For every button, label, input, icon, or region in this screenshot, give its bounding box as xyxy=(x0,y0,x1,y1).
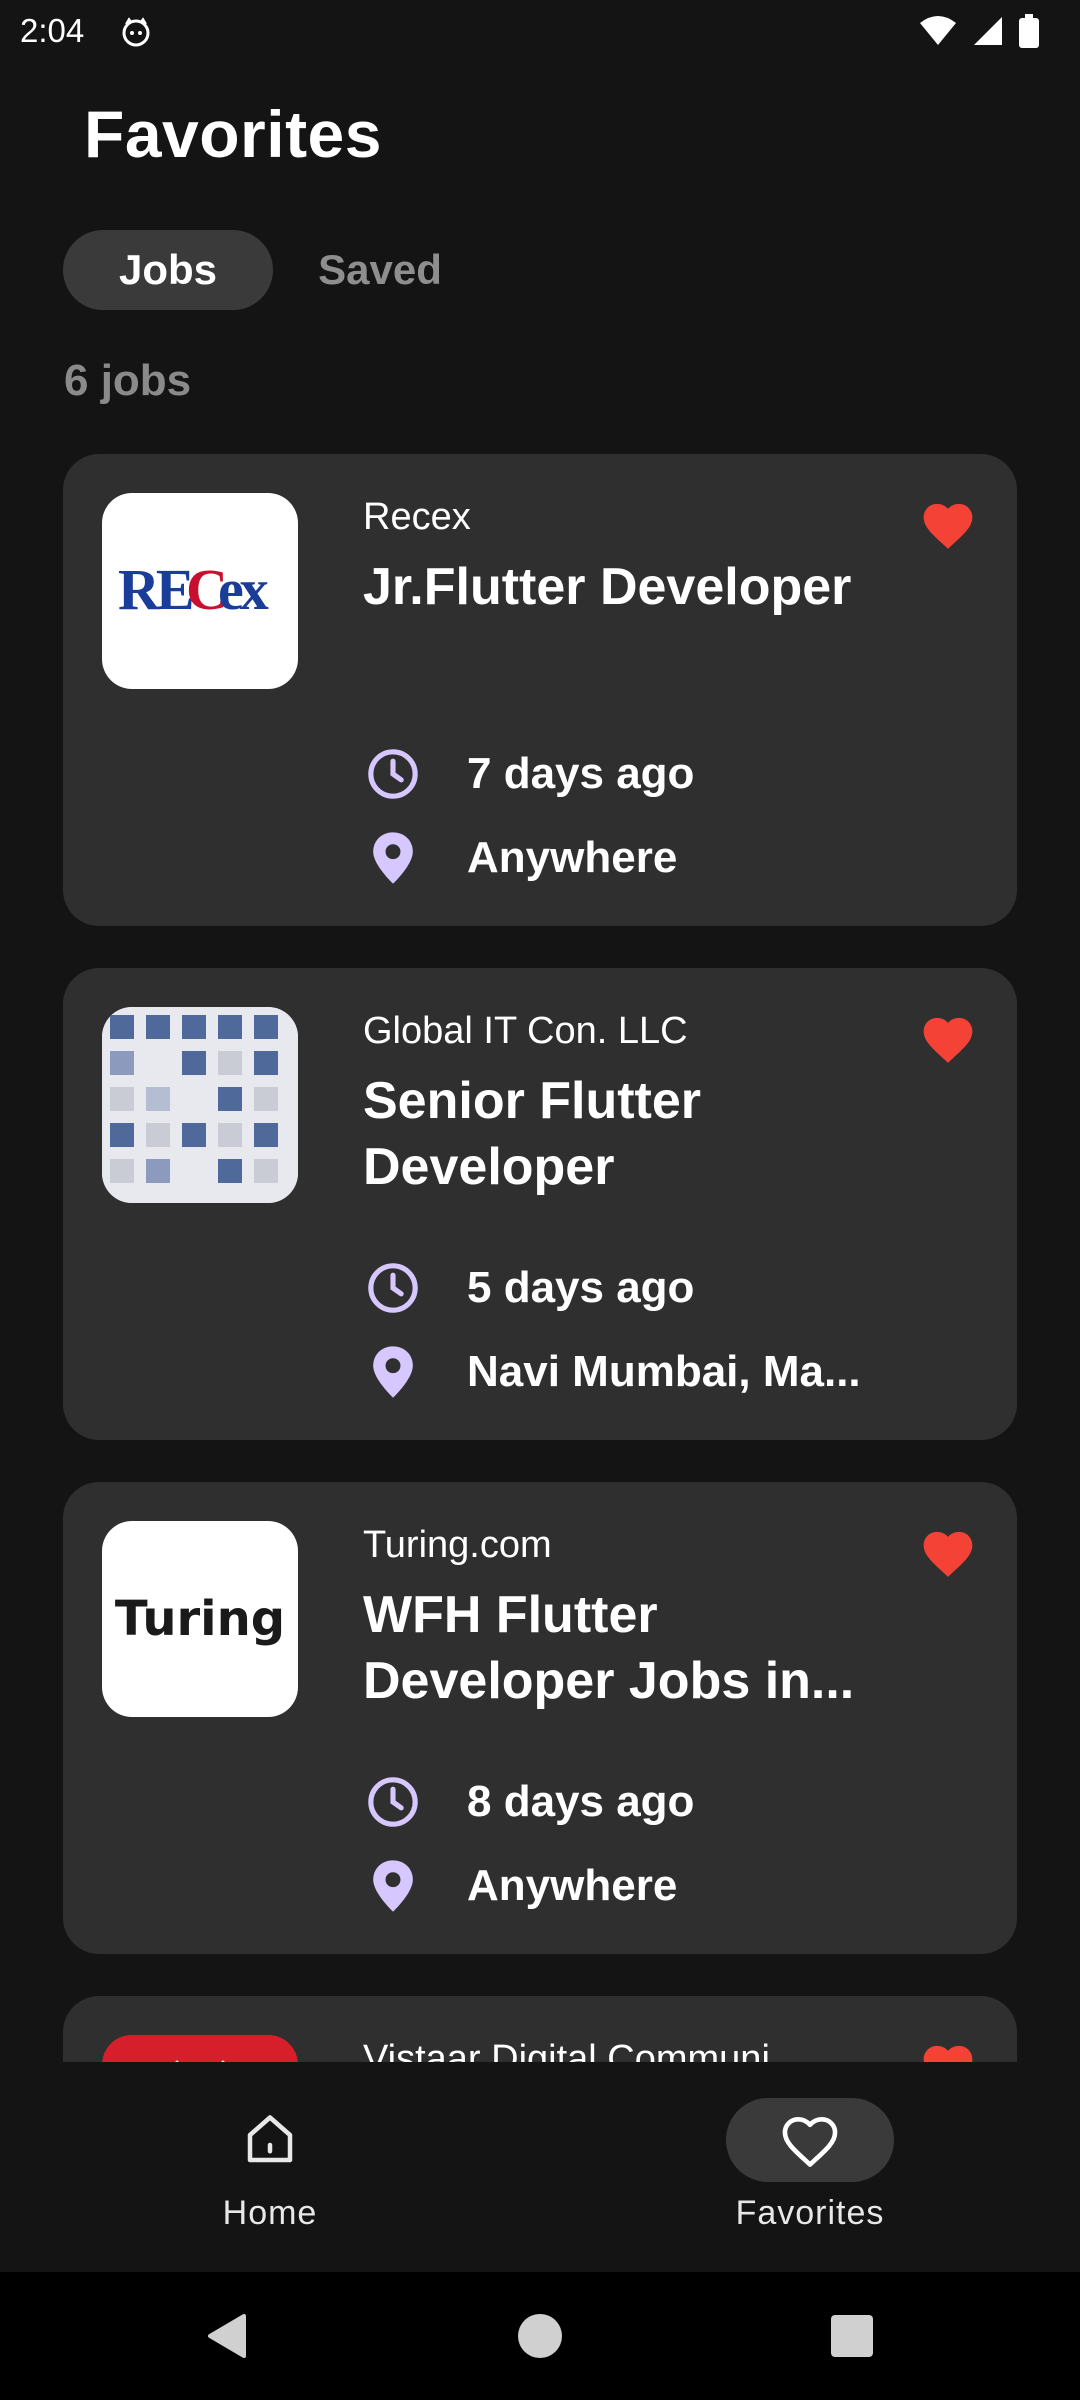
location-pin-icon xyxy=(363,1856,423,1916)
posted-row: 5 days ago xyxy=(363,1258,694,1318)
tab-jobs[interactable]: Jobs xyxy=(63,230,273,310)
status-bar: 2:04 xyxy=(0,0,1080,64)
battery-icon xyxy=(1019,14,1039,48)
tab-saved[interactable]: Saved xyxy=(300,230,460,310)
nav-home-label: Home xyxy=(222,2194,318,2232)
grid-logo xyxy=(102,1007,298,1203)
location-row: Anywhere xyxy=(363,828,677,888)
svg-text:Turing: Turing xyxy=(115,1591,285,1647)
clock-icon xyxy=(363,1772,423,1832)
page-title: Favorites xyxy=(84,97,382,171)
notification-cat-icon xyxy=(122,17,150,47)
nav-home[interactable]: Home xyxy=(140,2098,400,2233)
clock-icon xyxy=(363,744,423,804)
posted-row: 8 days ago xyxy=(363,1772,694,1832)
red-logo xyxy=(102,2035,298,2062)
location-text: Navi Mumbai, Ma... xyxy=(467,1347,861,1396)
svg-text:RE: RE xyxy=(118,557,192,622)
company-name: Vistaar Digital Communi... xyxy=(363,2038,802,2062)
job-title: Jr.Flutter Developer xyxy=(363,558,852,616)
posted-text: 5 days ago xyxy=(467,1263,695,1312)
company-name: Turing.com xyxy=(363,1524,552,1566)
job-title: Senior Flutter Developer xyxy=(363,1072,702,1196)
home-button-icon[interactable] xyxy=(516,2312,564,2360)
company-name: Global IT Con. LLC xyxy=(363,1010,688,1052)
heart-filled-icon[interactable] xyxy=(919,1012,977,1064)
bottom-navigation: Home Favorites xyxy=(0,2062,1080,2272)
company-name: Recex xyxy=(363,496,471,538)
heart-filled-icon[interactable] xyxy=(919,2040,977,2062)
jobs-list[interactable]: RE C ex Recex Jr.Flutter Developer 7 day… xyxy=(0,420,1080,2062)
job-card[interactable]: Global IT Con. LLC Senior Flutter Develo… xyxy=(63,968,1017,1440)
status-icons xyxy=(918,14,1040,48)
system-navigation-bar xyxy=(0,2272,1080,2400)
clock-icon xyxy=(363,1258,423,1318)
nav-favorites-pill[interactable] xyxy=(726,2098,894,2182)
location-row: Navi Mumbai, Ma... xyxy=(363,1342,861,1402)
posted-text: 8 days ago xyxy=(467,1777,695,1826)
turing-logo: Turing xyxy=(115,1591,285,1647)
recents-icon[interactable] xyxy=(828,2312,876,2360)
job-card[interactable]: Vistaar Digital Communi... xyxy=(63,1996,1017,2062)
company-logo xyxy=(102,1007,298,1203)
location-pin-icon xyxy=(363,828,423,888)
wifi-icon xyxy=(920,16,956,45)
posted-row: 7 days ago xyxy=(363,744,694,804)
location-text: Anywhere xyxy=(467,1861,678,1910)
heart-filled-icon[interactable] xyxy=(919,1526,977,1578)
status-time: 2:04 xyxy=(20,12,85,49)
location-text: Anywhere xyxy=(467,833,678,882)
posted-text: 7 days ago xyxy=(467,749,695,798)
job-card[interactable]: Turing Turing.com WFH Flutter Developer … xyxy=(63,1482,1017,1954)
home-icon xyxy=(247,2115,293,2163)
jobs-count: 6 jobs xyxy=(64,356,192,405)
heart-outline-icon xyxy=(782,2117,838,2167)
job-title: WFH Flutter Developer Jobs in... xyxy=(363,1586,855,1710)
nav-favorites[interactable]: Favorites xyxy=(680,2098,940,2233)
heart-filled-icon[interactable] xyxy=(919,498,977,550)
recex-logo: RE C ex xyxy=(118,557,273,622)
svg-text:ex: ex xyxy=(218,557,269,622)
nav-favorites-label: Favorites xyxy=(735,2194,885,2232)
company-logo: RE C ex xyxy=(102,493,298,689)
company-logo: Turing xyxy=(102,1521,298,1717)
job-card[interactable]: RE C ex Recex Jr.Flutter Developer 7 day… xyxy=(63,454,1017,926)
company-logo xyxy=(102,2035,298,2062)
nav-home-pill[interactable] xyxy=(186,2098,354,2182)
location-row: Anywhere xyxy=(363,1856,677,1916)
back-icon[interactable] xyxy=(204,2312,252,2360)
location-pin-icon xyxy=(363,1342,423,1402)
signal-icon xyxy=(974,17,1002,45)
